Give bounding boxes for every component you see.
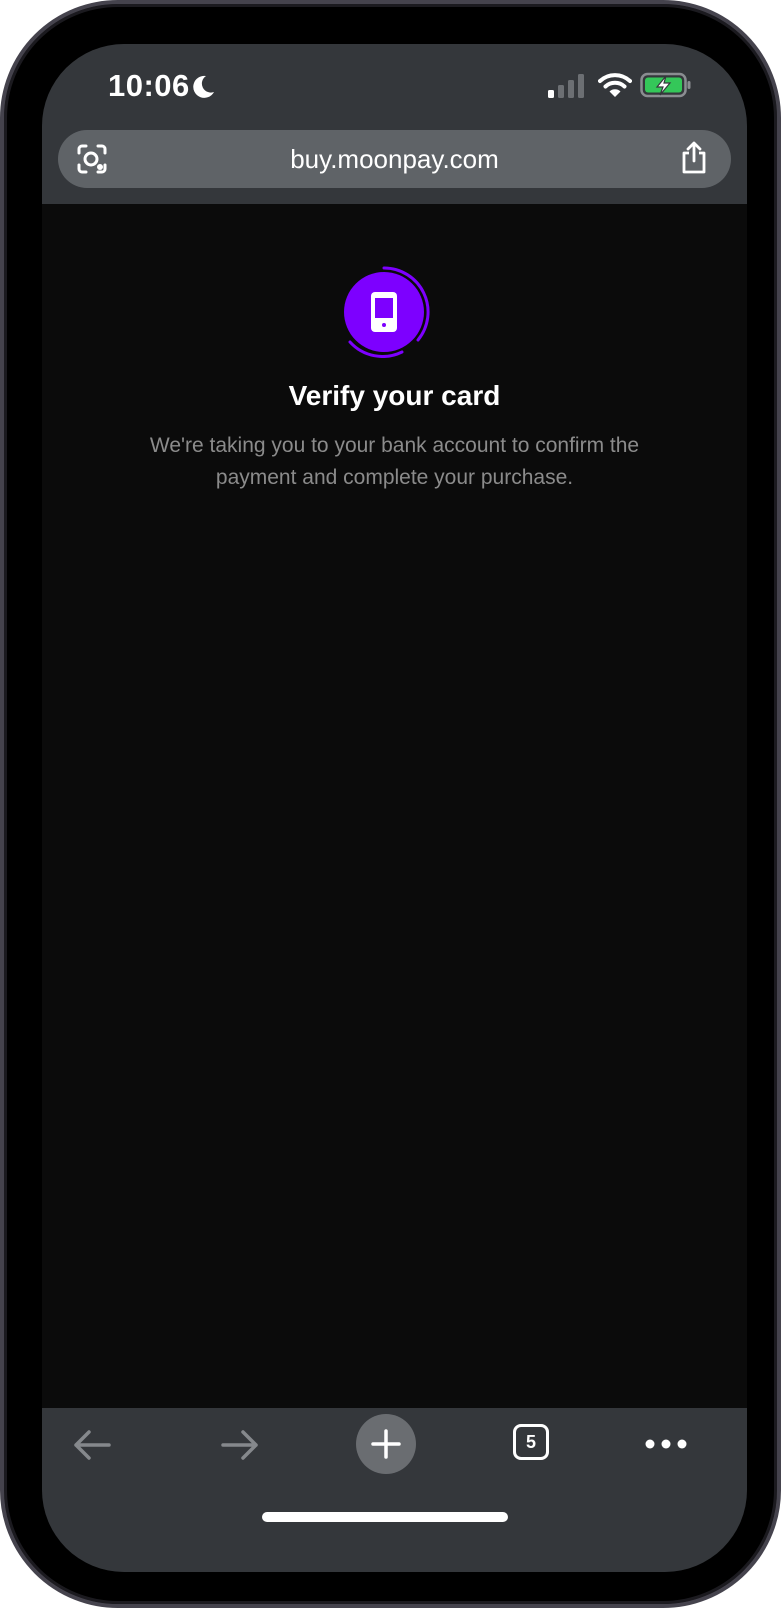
home-indicator[interactable] xyxy=(262,1512,508,1522)
browser-bottom-toolbar: 5 xyxy=(42,1408,747,1572)
back-arrow-icon[interactable] xyxy=(72,1428,112,1462)
plus-icon xyxy=(371,1429,401,1459)
more-icon[interactable] xyxy=(644,1430,688,1458)
cellular-signal-icon xyxy=(548,74,584,98)
browser-top-bar: 10:06 buy.moonpay.com xyxy=(42,44,747,204)
wifi-icon xyxy=(598,73,632,97)
page-content: Verify your card We're taking you to you… xyxy=(42,204,747,1408)
address-bar[interactable]: buy.moonpay.com xyxy=(58,130,731,188)
status-time: 10:06 xyxy=(108,68,190,103)
url-text: buy.moonpay.com xyxy=(290,144,499,174)
phone-frame: 10:06 buy.moonpay.com Verify your card W… xyxy=(0,0,781,1608)
moon-icon xyxy=(193,75,214,98)
forward-arrow-icon[interactable] xyxy=(220,1428,260,1462)
share-icon[interactable] xyxy=(679,141,709,175)
page-title: Verify your card xyxy=(288,380,501,411)
screen: 10:06 buy.moonpay.com Verify your card W… xyxy=(42,44,747,1572)
phone-verify-icon xyxy=(344,266,430,358)
new-tab-button[interactable] xyxy=(356,1414,416,1474)
page-message: We're taking you to your bank account to… xyxy=(149,434,640,489)
battery-charging-icon xyxy=(640,72,691,98)
tabs-icon[interactable]: 5 xyxy=(513,1424,549,1460)
